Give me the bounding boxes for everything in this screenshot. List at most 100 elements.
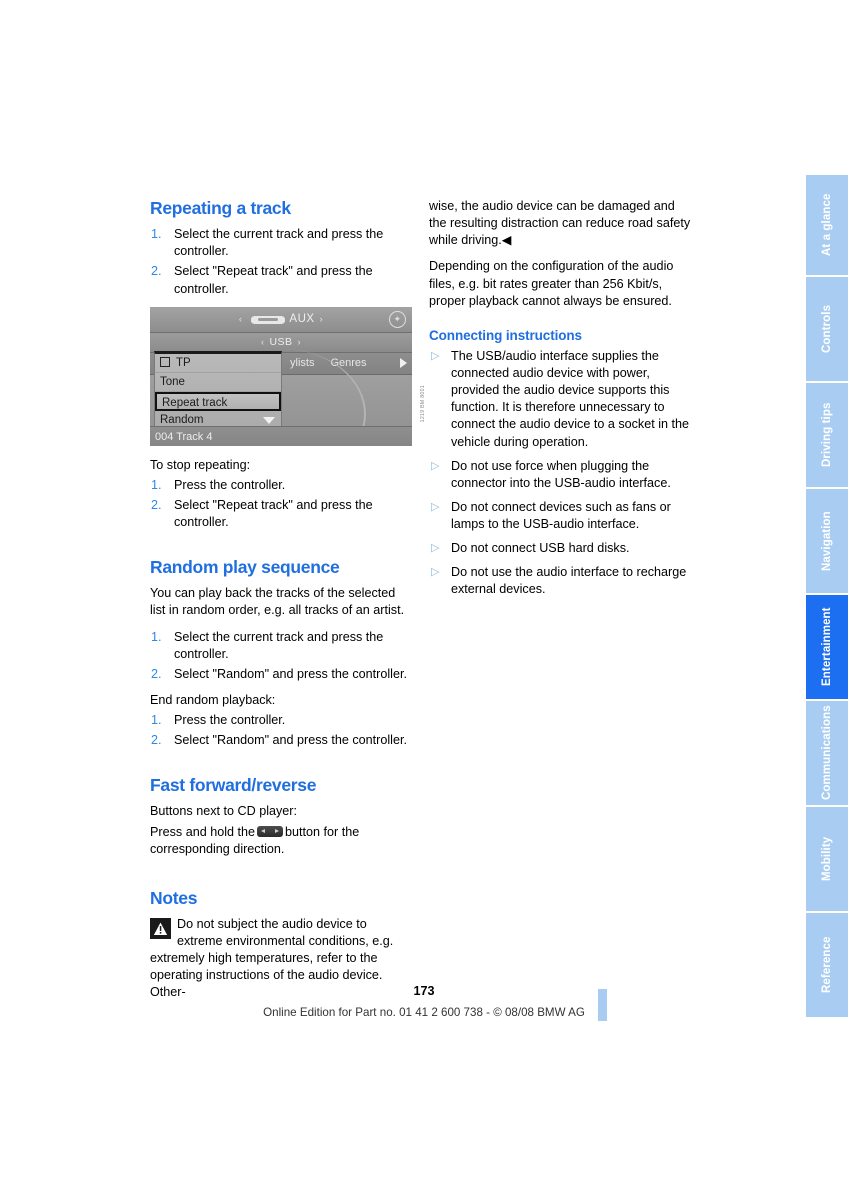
idrive-figure: ‹ AUX › ✦ ‹ USB › ylists Genres TP Tone … [150,306,426,446]
step-text: Select "Random" and press the controller… [174,666,407,681]
end-random-playback-intro: End random playback: [150,692,276,707]
stop-repeating-intro: To stop repeating: [150,457,251,472]
menu-item-tp: TP [155,354,281,373]
step-number: 2. [151,666,162,681]
step-text: Press the controller. [174,713,286,727]
list-item: 1. Press the controller. [150,712,412,729]
idrive-status-bar: 004 Track 4 [150,425,412,446]
footer-copyright: Online Edition for Part no. 01 41 2 600 … [263,1006,585,1019]
chevron-right-icon [400,357,407,368]
aux-label: AUX [289,313,315,326]
tab-label: Driving tips [821,402,833,468]
tab-at-a-glance[interactable]: At a glance [806,175,848,275]
stop-repeating-steps-list: 1. Press the controller. 2. Select "Repe… [150,477,412,531]
list-item: 1. Select the current track and press th… [150,629,412,663]
bullet-text: Do not connect USB hard disks. [451,541,630,556]
triangle-bullet-icon: ▷ [431,566,440,579]
triangle-bullet-icon: ▷ [431,542,440,555]
tab-navigation[interactable]: Navigation [806,489,848,593]
page-number: 173 [413,984,435,998]
bullet-text: Do not use the audio interface to rechar… [451,565,687,597]
cassette-icon [251,316,286,325]
tab-label: At a glance [821,193,833,257]
tab-label: Communications [821,705,833,801]
idrive-aux-bar: ‹ AUX › ✦ [150,306,412,333]
tab-reference[interactable]: Reference [806,913,848,1017]
triangle-bullet-icon: ▷ [431,500,440,513]
bullet-text: Do not use force when plugging the conne… [451,458,671,490]
usb-label: USB [269,336,293,349]
bullet-text: Do not connect devices such as fans or l… [451,499,671,532]
step-text: Select the current track and press the c… [174,629,384,661]
list-item: 2. Select "Random" and press the control… [150,732,412,749]
step-text: Press the controller. [174,477,286,492]
tab-entertainment[interactable]: Entertainment [806,595,848,699]
list-item: ▷ The USB/audio interface supplies the c… [429,348,691,451]
tab-communications[interactable]: Communications [806,701,848,805]
section-heading-connecting-instructions: Connecting instructions [429,327,582,343]
chevron-down-icon [263,416,275,424]
step-text: Select "Random" and press the controller… [174,733,407,748]
tab-controls[interactable]: Controls [806,277,848,381]
tab-label: Entertainment [821,607,833,687]
step-text: Select the current track and press the c… [174,227,384,259]
list-item: 1. Press the controller. [150,477,412,494]
triangle-bullet-icon: ▷ [431,459,440,472]
warning-triangle-icon [150,917,171,939]
page-edge-marker [598,989,607,1021]
compass-icon: ✦ [389,310,406,328]
left-column: Repeating a track 1. Select the current … [150,198,426,1011]
tab-label: Mobility [821,836,833,882]
fastforward-text-before: Press and hold the [150,824,256,839]
fastforward-line1: Buttons next to CD player: [150,804,297,819]
chevron-right-icon: › [297,337,302,348]
list-item: ▷ Do not use the audio interface to rech… [429,564,691,598]
tab-mobility[interactable]: Mobility [806,807,848,911]
step-number: 1. [151,629,162,644]
audio-config-paragraph: Depending on the configuration of the au… [429,259,674,308]
step-number: 2. [151,497,162,512]
random-play-intro: You can play back the tracks of the sele… [150,586,405,618]
list-item: ▷ Do not connect USB hard disks. [429,540,691,557]
section-heading-random-play-sequence: Random play sequence [150,557,340,578]
fast-forward-reverse-button-icon [257,825,284,837]
repeating-steps-list: 1. Select the current track and press th… [150,226,412,298]
list-item: ▷ Do not connect devices such as fans or… [429,499,691,533]
step-number: 1. [151,713,162,727]
list-item: ▷ Do not use force when plugging the con… [429,458,691,492]
menu-item-tone: Tone [155,373,281,392]
triangle-bullet-icon: ▷ [431,349,440,362]
right-column: wise, the audio device can be damaged an… [429,198,691,608]
step-number: 2. [151,264,162,279]
section-heading-fast-forward-reverse: Fast forward/reverse [150,775,317,796]
menu-item-random-label: Random [160,413,204,426]
section-heading-notes: Notes [150,887,198,908]
manual-page: Repeating a track 1. Select the current … [0,0,848,1200]
idrive-context-menu: TP Tone Repeat track Random [154,350,282,431]
chapter-tabstrip: At a glance Controls Driving tips Naviga… [806,175,848,1019]
random-play-steps-list: 1. Select the current track and press th… [150,629,412,683]
idrive-screenshot: ‹ AUX › ✦ ‹ USB › ylists Genres TP Tone … [150,306,412,446]
step-text: Select "Repeat track" and press the cont… [174,264,373,296]
figure-code: 1219 BM 8001 [420,384,426,422]
bullet-text: The USB/audio interface supplies the con… [451,348,690,449]
tab-label: Navigation [821,511,833,571]
chevron-right-icon: › [319,314,324,325]
chevron-left-icon: ‹ [238,314,243,325]
step-number: 1. [151,477,162,492]
end-random-steps-list: 1. Press the controller. 2. Select "Rand… [150,712,412,749]
connecting-instructions-list: ▷ The USB/audio interface supplies the c… [429,348,691,599]
fastforward-line2: Press and hold the button for the corresp… [150,824,412,858]
list-item: 1. Select the current track and press th… [150,226,412,260]
continued-warning-text: wise, the audio device can be damaged an… [429,199,691,248]
list-item: 2. Select "Random" and press the control… [150,666,412,683]
page-title-repeating-a-track: Repeating a track [150,198,291,218]
chevron-left-icon: ‹ [260,337,265,348]
menu-item-repeat-track: Repeat track [155,391,281,411]
step-text: Select "Repeat track" and press the cont… [174,497,373,529]
list-item: 2. Select "Repeat track" and press the c… [150,497,412,531]
step-number: 1. [151,227,162,242]
tab-driving-tips[interactable]: Driving tips [806,383,848,487]
list-item: 2. Select "Repeat track" and press the c… [150,263,412,297]
tab-label: Controls [821,304,833,354]
